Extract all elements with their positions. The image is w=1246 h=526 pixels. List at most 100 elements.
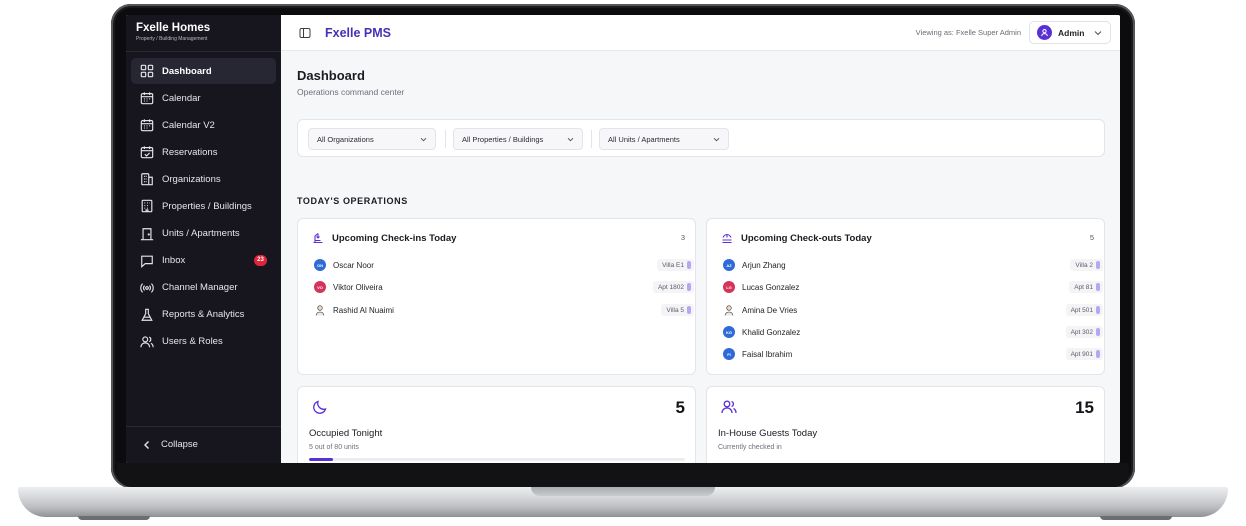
inbox-count-badge: 23 [254,254,267,266]
guest-row[interactable]: Rashid Al Nuaimi Villa 5 [314,303,694,317]
sidebar-item-label: Reservations [162,146,218,158]
user-menu-button[interactable]: Admin [1029,21,1111,44]
guest-avatar: AZ [723,259,735,271]
status-dot [687,261,691,269]
person-avatar-icon [315,305,325,316]
sidebar-item-reservations[interactable]: Reservations [131,139,276,165]
guest-name: Amina De Vries [742,305,798,315]
unit-label: Apt 501 [1070,306,1093,314]
sidebar-item-channel-manager[interactable]: Channel Manager [131,275,276,301]
guest-avatar: VO [314,281,326,293]
guest-row[interactable]: AZ Arjun Zhang Villa 2 [723,258,1103,272]
chevron-down-icon [420,137,427,142]
sidebar-toggle-icon[interactable] [299,27,311,39]
calendar-check-icon [140,146,154,159]
unit-label: Apt 1802 [657,283,684,291]
sidebar-item-dashboard[interactable]: Dashboard [131,58,276,84]
guest-avatar: KG [723,326,735,338]
collapse-label: Collapse [161,439,198,450]
unit-tag: Apt 302 [1065,326,1103,338]
chevron-down-icon [713,137,720,142]
guest-row[interactable]: KG Khalid Gonzalez Apt 302 [723,325,1103,339]
checkouts-card: Upcoming Check-outs Today 5 AZ Arjun Zha… [706,218,1105,375]
sidebar-item-label: Properties / Buildings [162,200,252,212]
door-icon [140,227,154,240]
sidebar-item-inbox[interactable]: Inbox 23 [131,248,276,274]
guest-row[interactable]: VO Viktor Oliveira Apt 1802 [314,280,694,294]
chevron-down-icon [1094,31,1102,36]
users-icon [721,400,737,414]
guest-name: Khalid Gonzalez [742,327,801,337]
divider [126,426,281,427]
sidebar-item-calendar[interactable]: Calendar [131,85,276,111]
guest-name: Lucas Gonzalez [742,282,800,292]
chevron-down-icon [567,137,574,142]
person-avatar-icon [724,305,734,316]
status-dot [1096,261,1100,269]
broadcast-icon [140,282,154,293]
sidebar-item-users[interactable]: Users & Roles [131,329,276,355]
card-title: Upcoming Check-ins Today [332,232,457,244]
unit-label: Apt 81 [1074,283,1093,291]
laptop-foot [78,516,150,520]
unit-tag: Apt 901 [1065,348,1103,360]
divider [591,130,592,148]
laptop-foot [1100,516,1172,520]
guest-avatar: FI [723,348,735,360]
laptop-notch [531,487,715,496]
filter-value: All Organizations [317,134,374,144]
unit-tag: Apt 81 [1069,281,1103,293]
occupied-tonight-card: 5 Occupied Tonight 5 out of 80 units [297,386,696,463]
status-dot [1096,328,1100,336]
unit-label: Villa E1 [662,261,684,269]
guest-row[interactable]: Amina De Vries Apt 501 [723,303,1103,317]
guest-row[interactable]: LG Lucas Gonzalez Apt 81 [723,280,1103,294]
unit-label: Villa 2 [1075,261,1093,269]
unit-tag: Villa E1 [657,259,694,271]
divider [126,51,281,52]
sidebar-item-units[interactable]: Units / Apartments [131,221,276,247]
unit-tag: Apt 501 [1065,304,1103,316]
sidebar-item-label: Calendar [162,92,201,104]
dashboard-icon [140,64,154,78]
building-icon [141,200,153,213]
message-icon [141,255,153,268]
stat-label: Occupied Tonight [309,428,383,439]
sidebar-item-label: Dashboard [162,65,212,77]
sidebar: Fxelle Homes Property / Building Managem… [126,15,281,463]
page-subtitle: Operations command center [297,87,405,97]
sidebar-item-label: Inbox [162,255,186,267]
occupancy-progress-bar [309,458,685,461]
brand: Fxelle Homes Property / Building Managem… [136,22,210,42]
status-dot [1096,306,1100,314]
sidebar-item-label: Channel Manager [162,282,238,294]
checkins-card: Upcoming Check-ins Today 3 ON Oscar Noor… [297,218,696,375]
guest-name: Viktor Oliveira [333,282,383,292]
chevron-left-icon [144,440,149,449]
status-dot [687,283,691,291]
guest-row[interactable]: FI Faisal Ibrahim Apt 901 [723,347,1103,361]
calendar-icon [140,92,154,105]
sidebar-item-properties[interactable]: Properties / Buildings [131,193,276,219]
sidebar-item-label: Organizations [162,173,221,185]
app-title: Fxelle PMS [325,26,391,40]
sidebar-item-organizations[interactable]: Organizations [131,166,276,192]
organization-filter-select[interactable]: All Organizations [308,128,436,150]
section-title: TODAY'S OPERATIONS [297,196,408,206]
brand-name: Fxelle Homes [136,22,211,34]
card-header: Upcoming Check-ins Today [312,232,456,244]
guest-avatar [314,304,326,316]
unit-filter-select[interactable]: All Units / Apartments [599,128,729,150]
property-filter-select[interactable]: All Properties / Buildings [453,128,583,150]
unit-tag: Apt 1802 [652,281,694,293]
stat-label: In-House Guests Today [718,428,818,439]
inhouse-count: 15 [1075,398,1094,417]
occupancy-progress-fill [309,458,333,461]
collapse-button[interactable]: Collapse [142,439,198,450]
moon-icon [313,400,327,414]
checkout-icon [722,233,732,244]
sidebar-item-reports[interactable]: Reports & Analytics [131,302,276,328]
guest-row[interactable]: ON Oscar Noor Villa E1 [314,258,694,272]
sidebar-item-calendar-v2[interactable]: Calendar V2 [131,112,276,138]
sidebar-item-label: Units / Apartments [162,228,240,240]
